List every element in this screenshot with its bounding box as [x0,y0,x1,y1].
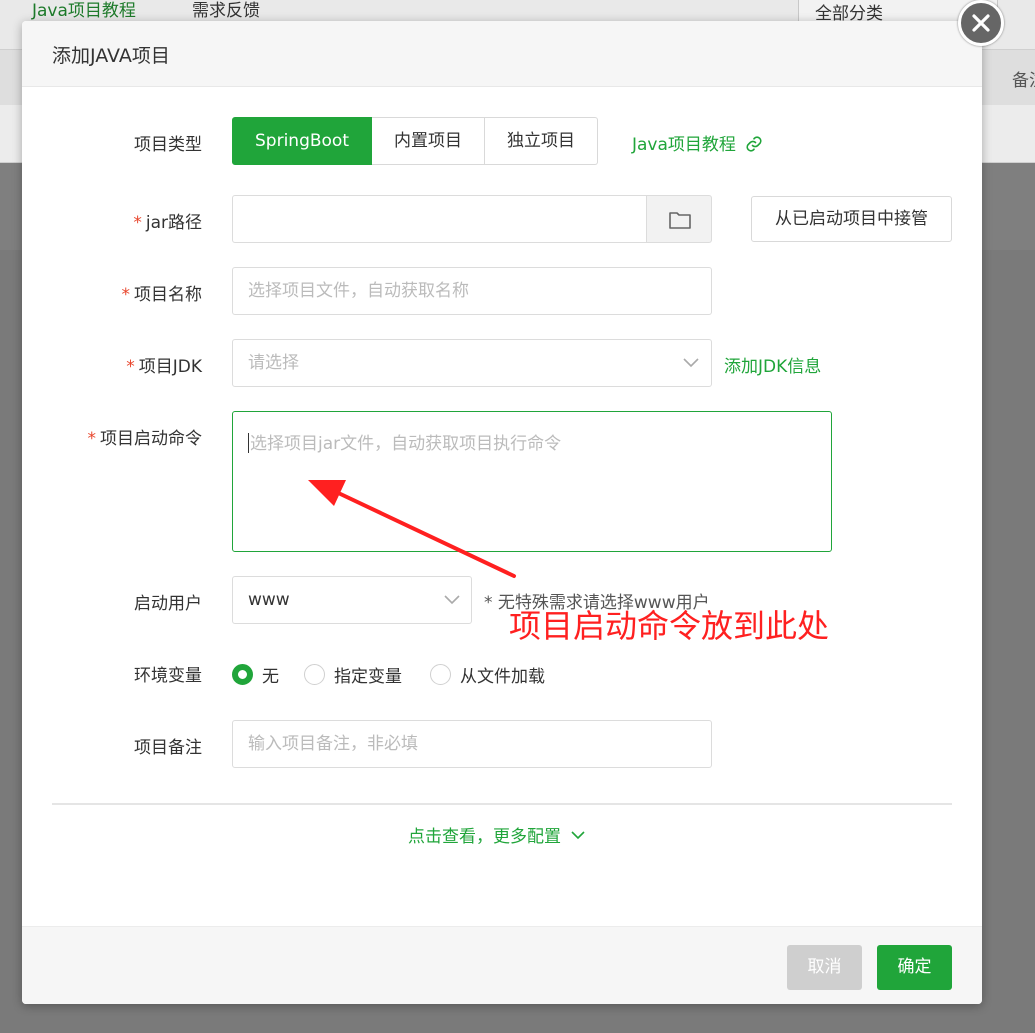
more-config-toggle[interactable]: 点击查看，更多配置 [408,822,586,847]
text-caret [248,433,249,453]
start-user-select[interactable]: www [232,576,472,624]
start-command-label-text: 项目启动命令 [100,429,202,449]
bg-tutorial-link: Java项目教程 [32,1,136,21]
project-jdk-label-text: 项目JDK [138,357,202,377]
project-jdk-placeholder: 请选择 [248,353,299,373]
bg-feedback-link: 需求反馈 [192,1,260,21]
bg-note-header: 备注 [1012,71,1035,91]
env-none-radio[interactable]: 无 [232,662,279,687]
radio-dot [232,664,253,685]
required-mark: * [133,213,142,233]
start-user-value: www [248,590,290,610]
more-config-label: 点击查看，更多配置 [408,827,561,847]
annotation-text: 项目启动命令放到此处 [509,607,830,645]
radio-dot [304,664,325,685]
start-command-placeholder: 选择项目jar文件，自动获取项目执行命令 [250,434,562,454]
env-file-radio[interactable]: 从文件加载 [430,662,545,687]
remark-input[interactable]: 输入项目备注，非必填 [232,720,712,768]
required-mark: * [121,285,131,305]
divider [52,803,952,805]
required-mark: * [126,357,135,377]
env-specify-label: 指定变量 [334,667,402,687]
type-standalone-button[interactable]: 独立项目 [485,117,598,165]
chevron-down-icon [444,595,460,605]
takeover-project-button[interactable]: 从已启动项目中接管 [751,196,952,242]
project-type-label: 项目类型 [134,135,202,155]
close-dialog-button[interactable] [958,0,1004,46]
chevron-down-icon [571,831,585,840]
cancel-button[interactable]: 取消 [787,945,862,990]
dialog-footer: 取消 确定 [22,926,982,1004]
env-file-label: 从文件加载 [460,667,545,687]
chevron-down-icon [683,358,699,368]
jar-path-input[interactable] [232,195,647,243]
project-jdk-select[interactable]: 请选择 [232,339,712,387]
project-name-label-text: 项目名称 [134,285,202,305]
type-springboot-button[interactable]: SpringBoot [232,117,372,165]
start-user-label: 启动用户 [134,594,202,614]
start-command-label: * 项目启动命令 [88,424,203,449]
add-jdk-link[interactable]: 添加JDK信息 [724,352,821,377]
java-tutorial-link[interactable]: Java项目教程 [632,130,763,155]
project-jdk-label: * 项目JDK [126,352,202,377]
dialog-header: 添加JAVA项目 [22,21,982,87]
env-vars-label: 环境变量 [134,666,202,686]
type-builtin-button[interactable]: 内置项目 [372,117,485,165]
browse-folder-button[interactable] [646,195,712,243]
project-name-label: * 项目名称 [122,280,203,305]
jar-path-label: * jar路径 [133,208,202,233]
remark-label: 项目备注 [134,738,202,758]
project-name-input[interactable]: 选择项目文件，自动获取名称 [232,267,712,315]
project-type-segmented: SpringBoot 内置项目 独立项目 [232,117,598,165]
jar-path-label-text: jar路径 [145,213,202,233]
folder-icon [669,212,691,229]
close-icon [972,14,990,32]
dialog-title: 添加JAVA项目 [52,45,170,67]
link-icon [746,136,762,152]
radio-dot [430,664,451,685]
required-mark: * [87,429,97,449]
java-tutorial-link-label: Java项目教程 [632,135,736,155]
env-none-label: 无 [262,667,279,687]
env-specify-radio[interactable]: 指定变量 [304,662,402,687]
confirm-button[interactable]: 确定 [877,945,952,990]
add-java-project-dialog: 添加JAVA项目 项目类型 SpringBoot 内置项目 独立项目 Java项… [22,21,982,1004]
